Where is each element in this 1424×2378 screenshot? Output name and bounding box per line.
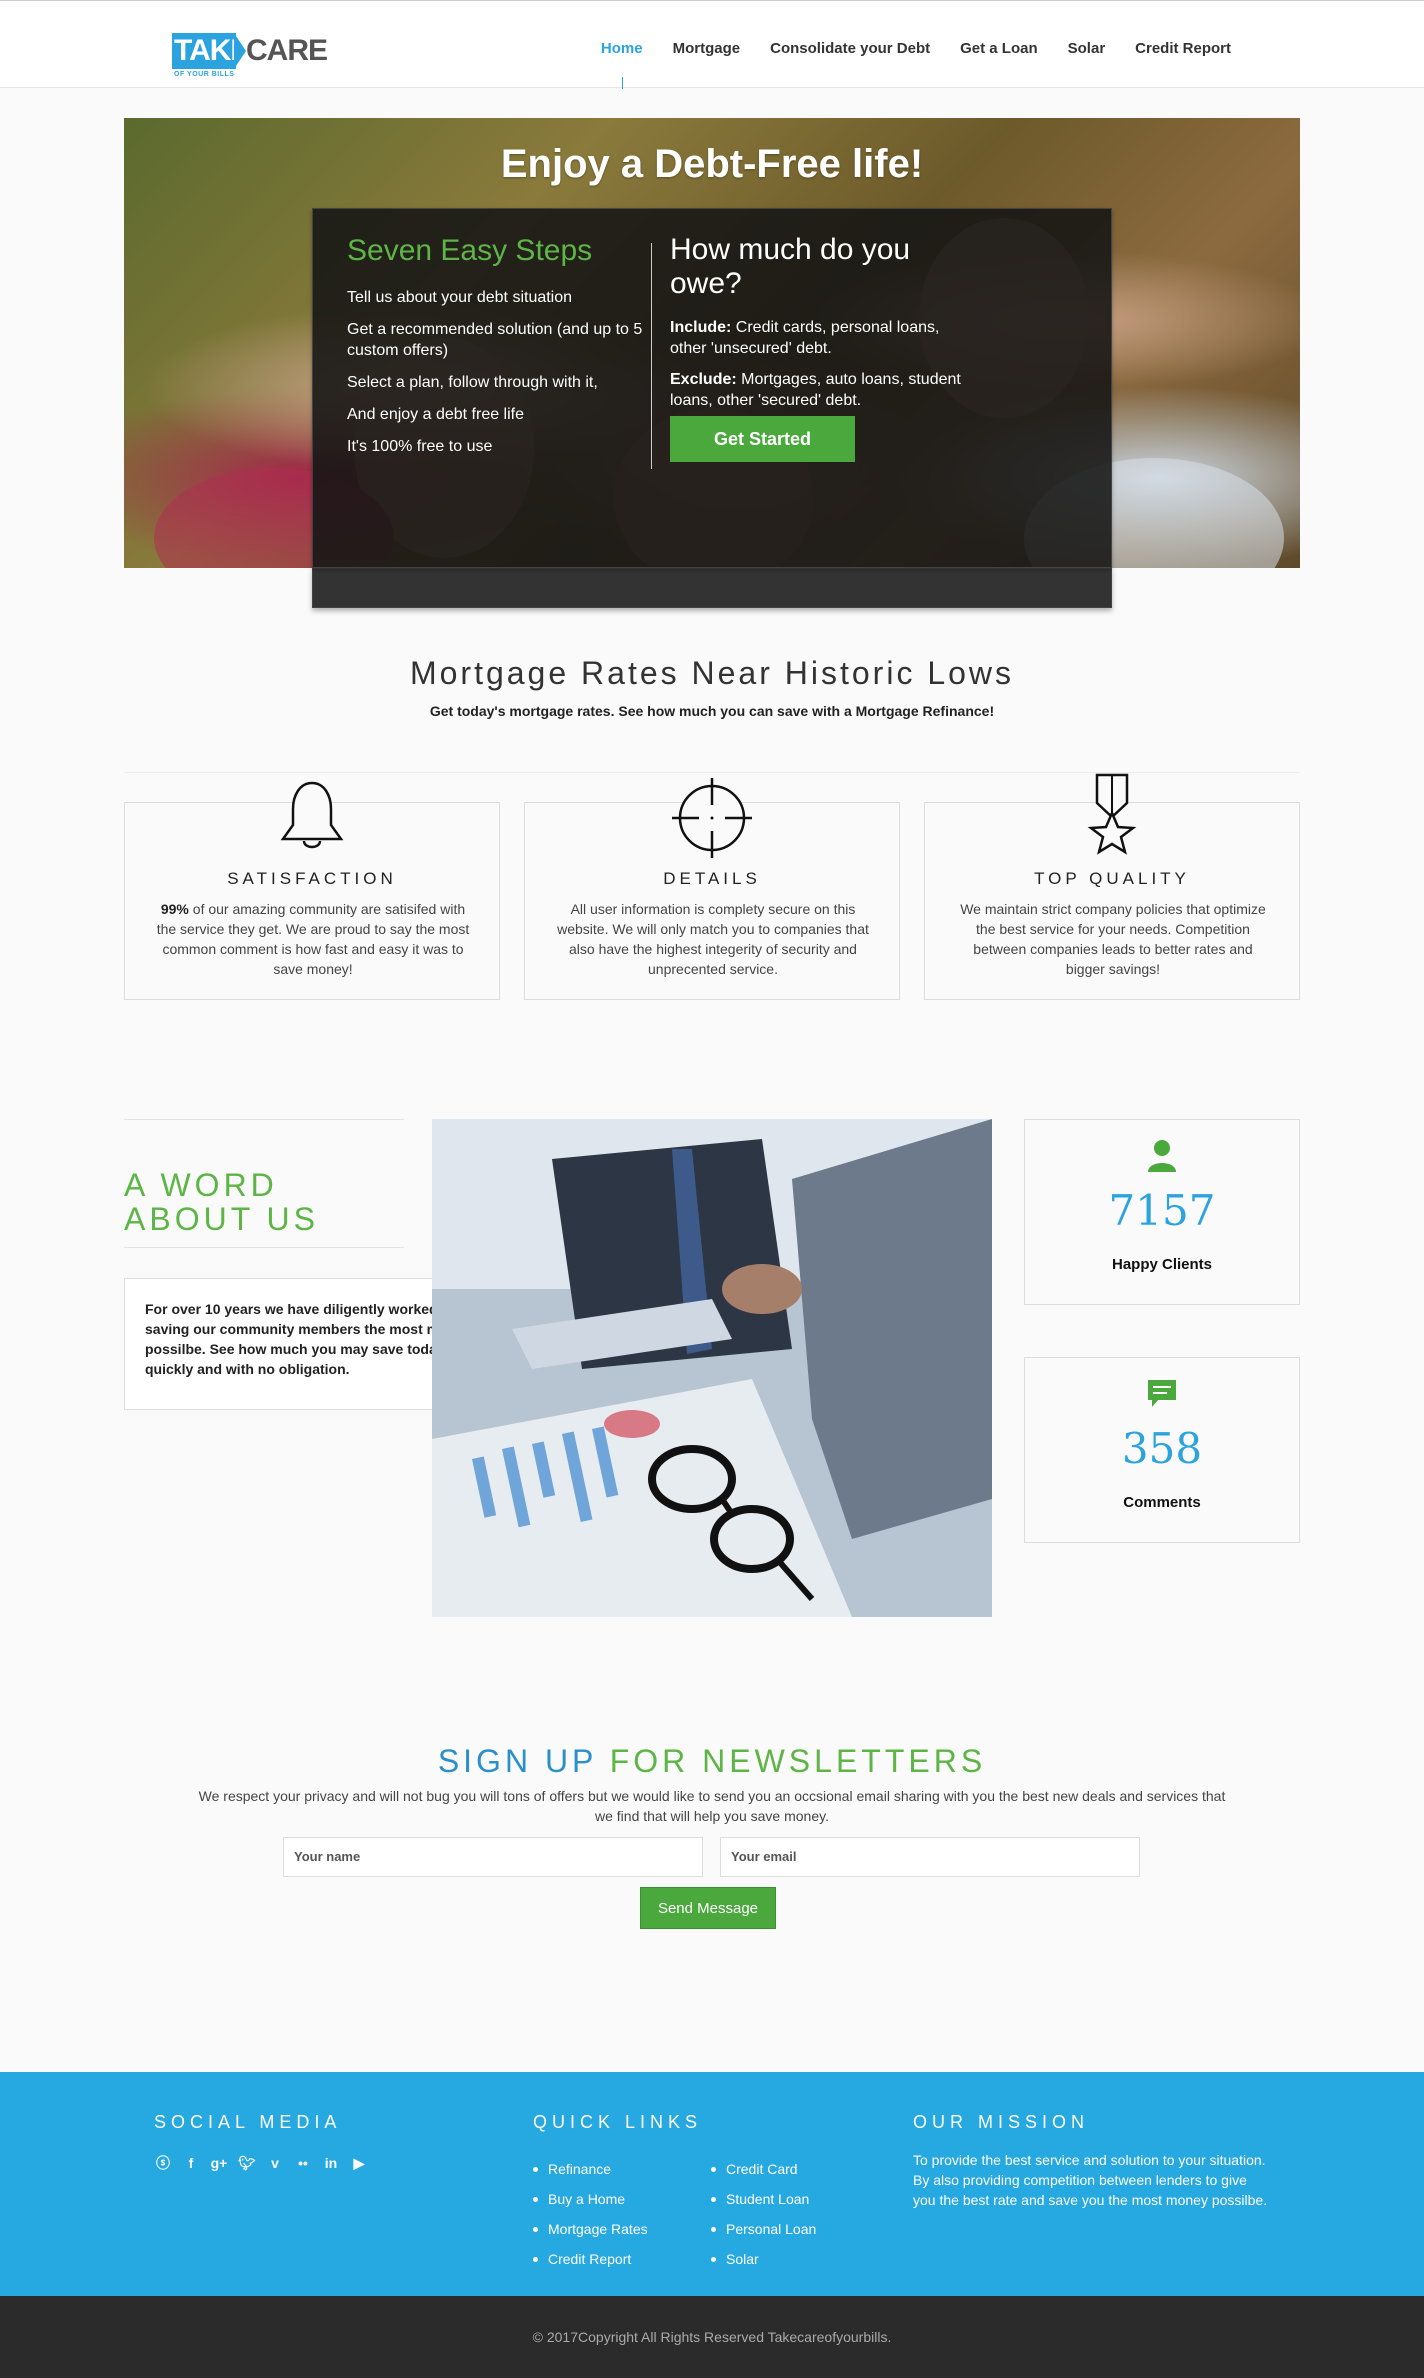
newsletter-title-part: FOR NEWSLETTERS xyxy=(609,1743,987,1779)
feature-top-quality: TOP QUALITY We maintain strict company p… xyxy=(924,773,1300,1000)
include-label: Include: xyxy=(670,319,732,336)
social-icons: ⓢ f g+ 🐦︎ v •• in ▶ xyxy=(154,2154,368,2172)
footer-link[interactable]: Buy a Home xyxy=(533,2184,648,2214)
quick-links-title: QUICK LINKS xyxy=(533,2112,703,2132)
hero-title: Enjoy a Debt-Free life! xyxy=(500,142,924,186)
feature-title: DETAILS xyxy=(663,869,761,888)
step-item: It's 100% free to use xyxy=(347,438,493,455)
stat-label: Comments xyxy=(1123,1494,1201,1511)
stat-happy-clients: 7157 Happy Clients xyxy=(1024,1119,1300,1305)
send-message-button[interactable]: Send Message xyxy=(640,1887,776,1929)
flickr-icon[interactable]: •• xyxy=(294,2154,312,2172)
google-plus-icon[interactable]: g+ xyxy=(210,2154,228,2172)
quick-links-col2: Credit Card Student Loan Personal Loan S… xyxy=(711,2154,816,2274)
about-divider-top xyxy=(124,1119,404,1120)
copyright-text: © 2017Copyright All Rights Reserved Take… xyxy=(532,2329,892,2345)
medal-icon xyxy=(1087,773,1137,855)
footer-link[interactable]: Refinance xyxy=(533,2154,648,2184)
newsletter-description: We respect your privacy and will not bug… xyxy=(198,1788,1226,1824)
linkedin-icon[interactable]: in xyxy=(322,2154,340,2172)
site-footer: SOCIAL MEDIA ⓢ f g+ 🐦︎ v •• in ▶ QUICK L… xyxy=(0,2072,1424,2296)
nav-get-loan[interactable]: Get a Loan xyxy=(945,39,1053,59)
exclude-text: Exclude: Mortgages, auto loans, student … xyxy=(670,369,970,411)
skype-icon[interactable]: ⓢ xyxy=(154,2154,172,2172)
footer-link[interactable]: Credit Card xyxy=(711,2154,816,2184)
crosshair-icon xyxy=(672,778,752,858)
feature-text: 99% of our amazing community are satisif… xyxy=(155,899,471,979)
facebook-icon[interactable]: f xyxy=(182,2154,200,2172)
newsletter-title-part: SIGN UP xyxy=(437,1743,597,1779)
hero-panel: Seven Easy Steps Tell us about your debt… xyxy=(312,208,1112,568)
site-logo[interactable]: TAKE CARE OF YOUR BILLS xyxy=(172,33,328,79)
owe-title: How much do you owe? xyxy=(670,233,911,300)
stat-value: 358 xyxy=(1121,1424,1203,1473)
quick-links-col1: Refinance Buy a Home Mortgage Rates Cred… xyxy=(533,2154,648,2274)
stat-value: 7157 xyxy=(1108,1186,1216,1235)
stat-label: Happy Clients xyxy=(1111,1256,1213,1273)
logo-arrow xyxy=(234,33,246,69)
social-media-title: SOCIAL MEDIA xyxy=(154,2112,342,2132)
feature-title: SATISFACTION xyxy=(227,869,397,888)
youtube-icon[interactable]: ▶ xyxy=(350,2154,368,2172)
feature-details: DETAILS All user information is complety… xyxy=(524,778,900,1000)
owe-column: How much do you owe? Include: Credit car… xyxy=(670,233,970,421)
logo-tagline: OF YOUR BILLS xyxy=(174,71,235,78)
vimeo-icon[interactable]: v xyxy=(266,2154,284,2172)
bell-icon xyxy=(280,781,344,849)
feature-highlight: 99% xyxy=(160,901,189,917)
footer-link[interactable]: Mortgage Rates xyxy=(533,2214,648,2244)
about-title-line: ABOUT US xyxy=(124,1201,319,1237)
steps-column: Seven Easy Steps Tell us about your debt… xyxy=(347,233,647,468)
step-item: Tell us about your debt situation xyxy=(347,289,573,306)
copyright-bar: © 2017Copyright All Rights Reserved Take… xyxy=(0,2296,1424,2378)
get-started-button[interactable]: Get Started xyxy=(670,416,855,462)
feature-body: of our amazing community are satisifed w… xyxy=(156,901,470,977)
nav-solar[interactable]: Solar xyxy=(1053,39,1121,59)
include-text: Include: Credit cards, personal loans, o… xyxy=(670,317,970,359)
steps-title: Seven Easy Steps xyxy=(347,234,593,267)
feature-text: We maintain strict company policies that… xyxy=(960,901,1266,977)
comment-icon xyxy=(1148,1380,1176,1407)
logo-take: TAKE xyxy=(172,33,250,69)
feature-satisfaction: SATISFACTION 99% of our amazing communit… xyxy=(124,781,500,1000)
about-text: For over 10 years we have diligently wor… xyxy=(145,1301,472,1377)
exclude-label: Exclude: xyxy=(670,371,737,388)
business-meeting-photo xyxy=(432,1119,992,1617)
main-nav: Home Mortgage Consolidate your Debt Get … xyxy=(586,39,1246,89)
name-input[interactable]: Your name xyxy=(283,1837,703,1877)
step-item: And enjoy a debt free life xyxy=(347,406,525,423)
mission-text: To provide the best service and solution… xyxy=(913,2152,1268,2208)
hero-panel-footer xyxy=(312,568,1112,608)
feature-text: All user information is complety secure … xyxy=(557,901,869,977)
feature-title: TOP QUALITY xyxy=(1034,869,1190,888)
panel-divider xyxy=(651,243,652,469)
logo-care: CARE xyxy=(246,34,328,67)
footer-link[interactable]: Credit Report xyxy=(533,2244,648,2274)
about-title: A WORD ABOUT US xyxy=(124,1168,384,1236)
nav-credit-report[interactable]: Credit Report xyxy=(1120,39,1246,59)
footer-link[interactable]: Solar xyxy=(711,2244,816,2274)
user-icon xyxy=(1148,1140,1176,1172)
about-divider-bottom xyxy=(124,1247,404,1248)
photo-illustration xyxy=(432,1119,992,1617)
nav-home[interactable]: Home xyxy=(586,39,658,89)
step-item: Get a recommended solution (and up to 5 … xyxy=(347,321,643,359)
email-input[interactable]: Your email xyxy=(720,1837,1140,1877)
site-header: TAKE CARE OF YOUR BILLS Home Mortgage Co… xyxy=(0,0,1424,89)
twitter-icon[interactable]: 🐦︎ xyxy=(238,2154,256,2172)
step-item: Select a plan, follow through with it, xyxy=(347,374,598,391)
footer-link[interactable]: Personal Loan xyxy=(711,2214,816,2244)
stat-comments: 358 Comments xyxy=(1024,1357,1300,1543)
footer-link[interactable]: Student Loan xyxy=(711,2184,816,2214)
mission-title: OUR MISSION xyxy=(913,2112,1090,2132)
nav-mortgage[interactable]: Mortgage xyxy=(658,39,756,59)
mortgage-subtitle: Get today's mortgage rates. See how much… xyxy=(429,703,995,719)
mortgage-title: Mortgage Rates Near Historic Lows xyxy=(409,655,1015,691)
newsletter-title: SIGN UP FOR NEWSLETTERS xyxy=(0,1741,1424,1781)
about-title-line: A WORD xyxy=(124,1167,278,1203)
nav-consolidate-debt[interactable]: Consolidate your Debt xyxy=(755,39,945,59)
